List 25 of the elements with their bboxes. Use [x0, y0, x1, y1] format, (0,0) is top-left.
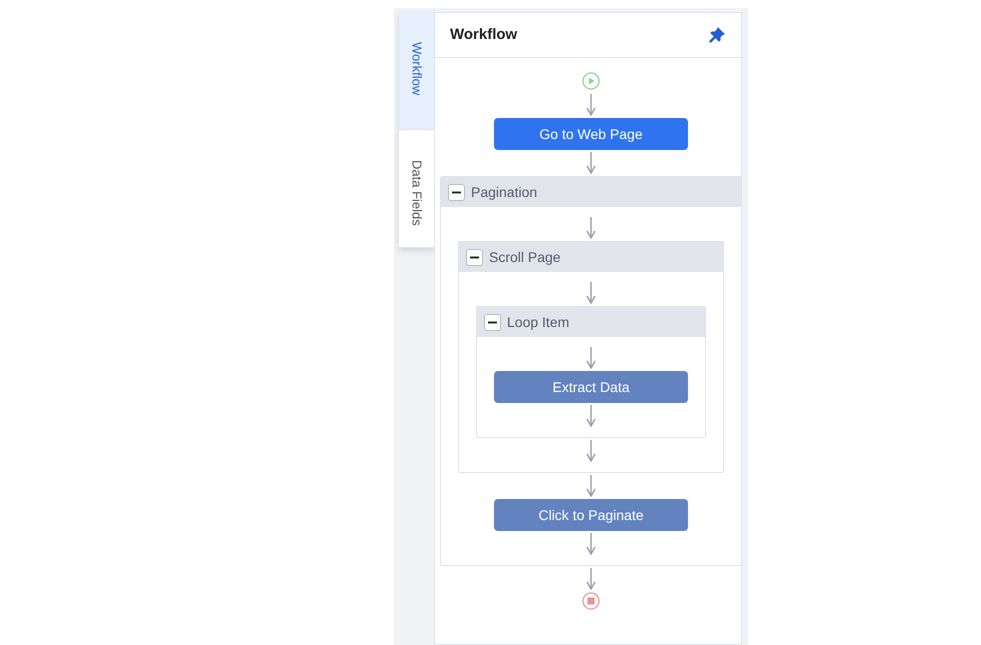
group-title: Pagination [471, 182, 538, 202]
action-step[interactable]: Go to Web Page [494, 118, 688, 150]
arrow-icon [586, 405, 596, 427]
arrow-icon [586, 94, 596, 116]
arrow-icon [586, 533, 596, 555]
panel-title: Workflow [450, 24, 518, 45]
action-step[interactable]: Click to Paginate [494, 499, 688, 531]
stop-icon [582, 592, 600, 610]
arrow-icon [586, 440, 596, 462]
group-title: Loop Item [507, 312, 570, 332]
arrow-icon [586, 217, 596, 239]
start-icon [582, 72, 600, 90]
collapse-button[interactable] [466, 248, 483, 266]
arrow-icon [586, 568, 596, 590]
collapse-button[interactable] [448, 184, 465, 200]
arrow-icon [586, 347, 596, 369]
arrow-icon [586, 475, 596, 497]
group-title: Scroll Page [489, 248, 561, 267]
side-tab[interactable]: Data Fields [399, 130, 434, 248]
action-step[interactable]: Extract Data [494, 371, 688, 403]
arrow-icon [586, 152, 596, 174]
side-tab[interactable]: Workflow [399, 12, 434, 130]
collapse-button[interactable] [484, 314, 501, 330]
pin-icon[interactable] [709, 27, 725, 43]
arrow-icon [586, 282, 596, 304]
